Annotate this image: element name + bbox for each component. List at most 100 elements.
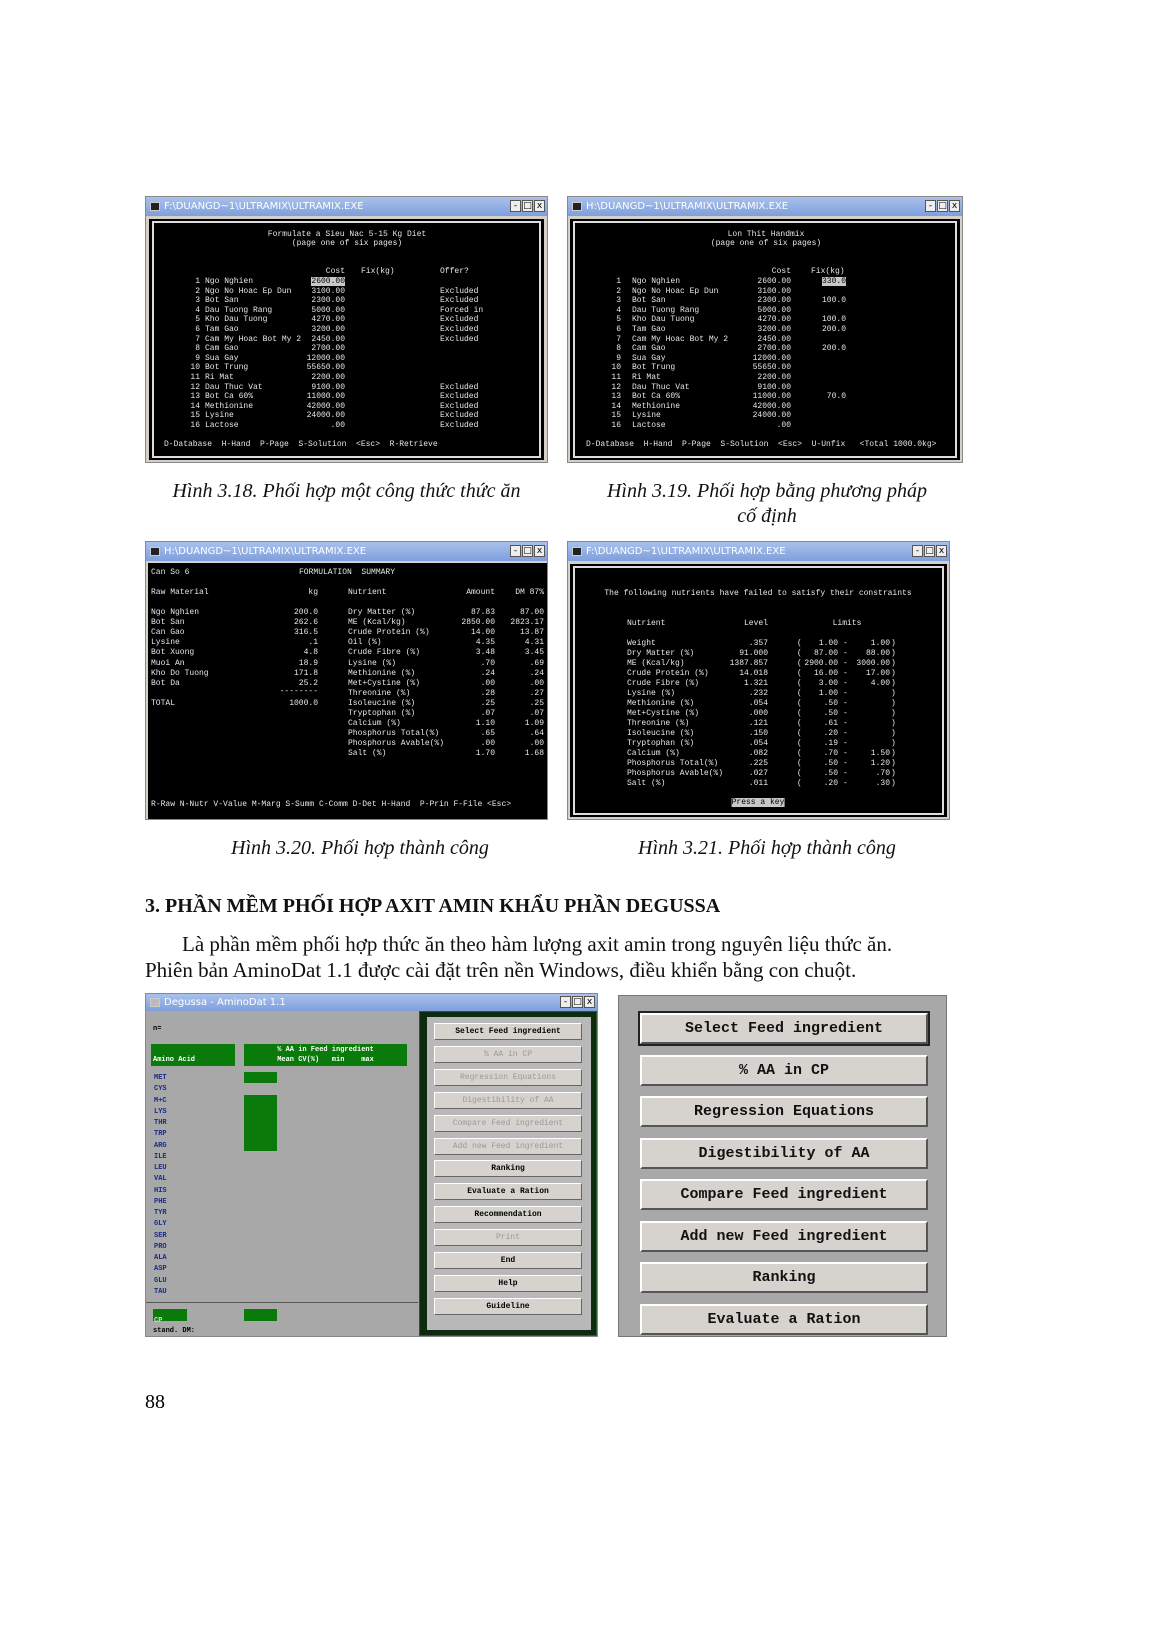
offer-status: Excluded — [440, 325, 479, 334]
col-header: Amount — [466, 588, 495, 597]
menu-panel: Select Feed ingredient % AA in CP Regressi… — [618, 995, 947, 1337]
nutrient-name: Lysine (%) — [627, 689, 676, 698]
col-header: Fix(kg) — [811, 267, 845, 276]
caption-fig319-line1: Hình 3.19. Phối hợp bằng phương pháp — [606, 480, 928, 502]
menu-button-regression-equations[interactable]: Regression Equations — [434, 1068, 582, 1086]
minimize-button[interactable]: - — [510, 545, 521, 557]
bracket: ( — [797, 679, 802, 688]
material-kg: 316.5 — [293, 628, 318, 638]
nutrient-amount: .70 — [480, 658, 495, 668]
material-kg: 4.8 — [303, 648, 318, 658]
panel-button-select-feed-ingredient[interactable]: Select Feed ingredient — [638, 1011, 930, 1046]
panel-button-ranking[interactable]: Ranking — [640, 1262, 928, 1293]
menu-button-add-new-feed-ingredient[interactable]: Add new Feed ingredient — [434, 1137, 582, 1155]
press-key-prompt[interactable]: Press a key — [731, 798, 785, 807]
ingredient-name: Lactose — [632, 421, 666, 430]
nutrient-name: Threonine (%) — [627, 719, 690, 728]
ingredient-cost[interactable]: 2600.00 — [311, 277, 345, 286]
caption-fig320: Hình 3.20. Phối hợp thành công — [231, 837, 489, 859]
menu-button-digestibility-of-aa[interactable]: Digestibility of AA — [434, 1091, 582, 1109]
panel-button-compare-feed-ingredient[interactable]: Compare Feed ingredient — [640, 1179, 928, 1210]
menu-button-guideline[interactable]: Guideline — [434, 1297, 582, 1315]
menu-button-end[interactable]: End — [434, 1252, 582, 1269]
maximize-button[interactable]: □ — [522, 545, 533, 557]
panel-button-regression-equations[interactable]: Regression Equations — [640, 1096, 928, 1127]
material-name: Bot Xuong — [151, 648, 195, 658]
feed-ingredient-header: % AA in Feed ingredient Mean CV(%) min m… — [244, 1044, 407, 1066]
nutrient-name: Tryptophan (%) — [348, 709, 416, 718]
panel-button-add-new-feed-ingredient[interactable]: Add new Feed ingredient — [640, 1220, 928, 1252]
paragraph-line1: Là phần mềm phối hợp thức ăn theo hàm lư… — [182, 932, 893, 956]
menu-button-compare-feed-ingredient[interactable]: Compare Feed ingredient — [434, 1114, 582, 1132]
row-number: 16 — [611, 421, 621, 430]
bracket: ) — [891, 729, 896, 738]
row-number: 4 — [616, 305, 621, 315]
nutrient-level: .121 — [748, 719, 768, 728]
minimize-button[interactable]: - — [560, 996, 571, 1008]
panel-button-evaluate-a-ration[interactable]: Evaluate a Ration — [640, 1303, 928, 1335]
nutrient-amount: .00 — [480, 739, 495, 749]
cp-bar — [244, 1309, 277, 1321]
close-button[interactable]: x — [584, 996, 595, 1008]
offer-status: Forced in — [440, 305, 484, 315]
ingredient-name: Tam Gao — [632, 325, 666, 334]
menu-button-select-feed-ingredient[interactable]: Select Feed ingredient — [434, 1023, 582, 1040]
limit-max: .70 — [875, 769, 890, 778]
close-button[interactable]: x — [534, 200, 545, 212]
nutrient-name: Phosphorus Avable(%) — [348, 739, 445, 749]
nutrient-dm: 1.09 — [524, 719, 544, 729]
row-number: 6 — [195, 325, 200, 334]
minimize-button[interactable]: - — [912, 545, 923, 557]
offer-status: Excluded — [440, 411, 479, 421]
close-button[interactable]: x — [936, 545, 947, 557]
ingredient-cost: 24000.00 — [306, 411, 345, 421]
ingredient-name: Ngo No Hoac Ep Dun — [632, 286, 719, 296]
menu-button-evaluate-a-ration[interactable]: Evaluate a Ration — [434, 1183, 582, 1201]
amino-acid-gly: GLY — [154, 1220, 167, 1229]
close-button[interactable]: x — [949, 200, 960, 212]
offer-status: Excluded — [440, 315, 479, 325]
bracket: ) — [891, 769, 896, 778]
maximize-button[interactable]: □ — [522, 200, 533, 212]
section-heading: 3. PHẦN MỀM PHỐI HỢP AXIT AMIN KHẨU PHẦN… — [145, 895, 721, 917]
ingredient-cost: .00 — [776, 421, 791, 430]
maximize-button[interactable]: □ — [937, 200, 948, 212]
fixed-kg[interactable]: 330.0 — [821, 277, 846, 286]
limit-max: 3000.00 — [856, 659, 890, 668]
amino-acid-arg: ARG — [154, 1141, 167, 1150]
row-number: 11 — [190, 373, 200, 382]
maximize-button[interactable]: □ — [924, 545, 935, 557]
panel-button-aa-in-cp[interactable]: % AA in CP — [640, 1054, 928, 1086]
close-button[interactable]: x — [534, 545, 545, 557]
bracket: ( — [797, 749, 802, 758]
bracket: ) — [891, 669, 896, 678]
menu-button-ranking[interactable]: Ranking — [434, 1160, 582, 1178]
minimize-button[interactable]: - — [510, 200, 521, 212]
menu-button-recommendation[interactable]: Recommendation — [434, 1206, 582, 1224]
material-name: Can Gao — [151, 628, 185, 638]
ingredient-cost: 2200.00 — [757, 373, 791, 382]
material-kg: 18.9 — [298, 658, 318, 668]
bracket: ) — [891, 779, 896, 788]
menu-button-help[interactable]: Help — [434, 1274, 582, 1292]
bracket: ) — [891, 679, 896, 688]
limit-max: 1.20 — [870, 759, 890, 768]
stats-header-label: Mean CV(%) min max — [277, 1056, 374, 1064]
maximize-button[interactable]: □ — [572, 996, 583, 1008]
nutrient-dm: .07 — [529, 709, 544, 718]
amino-acid-m-c: M+C — [154, 1096, 167, 1105]
row-number: 15 — [611, 411, 621, 421]
menu-button-aa-in-cp[interactable]: % AA in CP — [434, 1045, 582, 1063]
fixed-kg: 100.0 — [821, 296, 846, 306]
minimize-button[interactable]: - — [925, 200, 936, 212]
nutrient-level: .000 — [748, 709, 768, 718]
bracket: ) — [891, 749, 896, 758]
menu-button-print[interactable]: Print — [434, 1229, 582, 1247]
row-number: 8 — [616, 344, 621, 354]
nutrient-amount: 4.35 — [475, 638, 495, 648]
amino-acid-asp: ASP — [154, 1265, 167, 1274]
console-screen: Formulate a Sieu Nac 5-15 Kg Diet (page o… — [149, 219, 544, 460]
ingredient-cost: 55650.00 — [306, 363, 345, 373]
value-bar — [244, 1095, 277, 1151]
panel-button-digestibility-of-aa[interactable]: Digestibility of AA — [640, 1137, 928, 1169]
